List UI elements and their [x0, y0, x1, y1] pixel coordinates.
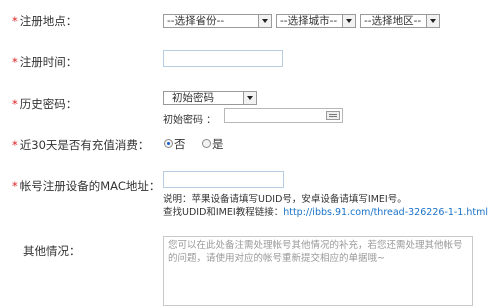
required-star: * [12, 55, 18, 69]
mac-input[interactable] [163, 171, 284, 188]
district-select[interactable]: --选择地区-- [360, 14, 440, 28]
other-placeholder: 您可以在此处备注需处理帐号其他情况的补充，若您还需处理其他帐号的问题，请使用对应… [168, 240, 463, 264]
reg-time-label: * 注册时间： [12, 55, 78, 69]
province-select-value: --选择省份-- [167, 15, 225, 27]
recharge-no-label: 否 [174, 137, 186, 151]
mac-note-prefix: 查找UDID和IMEI教程链接： [163, 207, 284, 218]
password-sub-label: 初始密码 ： [163, 115, 217, 126]
chevron-down-icon [258, 15, 271, 27]
other-textarea[interactable]: 您可以在此处备注需处理帐号其他情况的补充，若您还需处理其他帐号的问题，请使用对应… [163, 236, 473, 306]
tutorial-link[interactable]: http://ibbs.91.com/thread-326226-1-1.htm… [283, 207, 488, 218]
province-select[interactable]: --选择省份-- [163, 14, 272, 28]
recharge-yes-label: 是 [212, 137, 224, 151]
chevron-down-icon [426, 15, 439, 27]
city-select[interactable]: --选择城市-- [276, 14, 356, 28]
recharge-yes-radio[interactable] [202, 139, 211, 148]
required-star: * [12, 14, 18, 28]
chevron-down-icon [342, 15, 355, 27]
required-star: * [12, 179, 18, 193]
keyboard-icon[interactable] [326, 111, 340, 120]
recharge-no-radio[interactable] [164, 139, 173, 148]
reg-time-input[interactable] [163, 50, 283, 67]
district-select-value: --选择地区-- [364, 15, 422, 27]
mac-label: * 帐号注册设备的MAC地址： [12, 179, 161, 193]
reg-location-label: * 注册地点： [12, 14, 78, 28]
mac-note-line1: 说明：苹果设备请填写UDID号，安卓设备请填写IMEI号。 [163, 194, 407, 205]
other-label: 其他情况： [23, 244, 81, 258]
required-star: * [12, 97, 18, 111]
password-input[interactable] [224, 108, 343, 123]
mac-note-line2: 查找UDID和IMEI教程链接：http://ibbs.91.com/threa… [163, 204, 488, 218]
city-select-value: --选择城市-- [280, 15, 338, 27]
required-star: * [12, 138, 18, 152]
chevron-down-icon [243, 92, 256, 104]
password-type-value: 初始密码 [172, 92, 214, 104]
history-password-label: * 历史密码： [12, 97, 78, 111]
password-type-select[interactable]: 初始密码 [163, 91, 257, 105]
recharge-label: * 近30天是否有充值消费： [12, 138, 150, 152]
